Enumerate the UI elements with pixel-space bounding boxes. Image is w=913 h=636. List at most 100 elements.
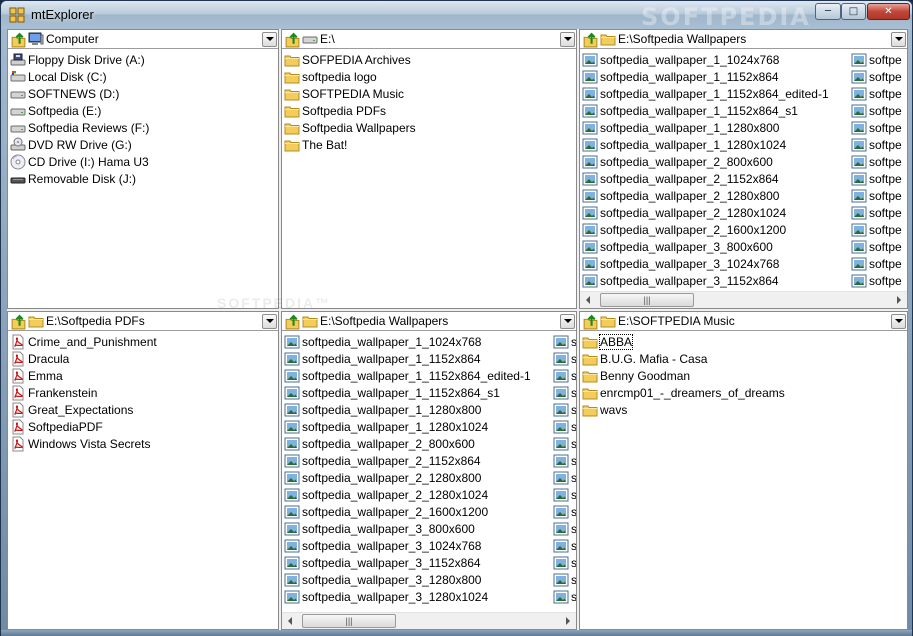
list-item[interactable]: s	[553, 537, 576, 554]
up-folder-icon[interactable]	[10, 31, 27, 48]
list-item[interactable]: s	[553, 401, 576, 418]
up-folder-icon[interactable]	[284, 31, 301, 48]
list-item[interactable]: Windows Vista Secrets	[10, 435, 157, 452]
list-item[interactable]: softpedia_wallpaper_1_1280x1024	[582, 136, 829, 153]
list-item[interactable]: softpe	[851, 272, 902, 289]
list-item[interactable]: Floppy Disk Drive (A:)	[10, 51, 149, 68]
list-item[interactable]: Great_Expectations	[10, 401, 157, 418]
title-bar[interactable]: mtExplorer SOFTPEDIA ─ □ ✕	[1, 1, 912, 31]
list-item[interactable]: softpedia_wallpaper_3_800x600	[582, 238, 829, 255]
list-item[interactable]: softpedia_wallpaper_3_800x600	[284, 520, 531, 537]
list-item[interactable]: softpedia logo	[284, 68, 416, 85]
list-item[interactable]: softpedia_wallpaper_1_1280x800	[582, 119, 829, 136]
list-item[interactable]: softpe	[851, 68, 902, 85]
list-item[interactable]: softpedia_wallpaper_2_800x600	[582, 153, 829, 170]
chevron-down-icon[interactable]	[262, 31, 277, 47]
list-item[interactable]: softpe	[851, 170, 902, 187]
list-item[interactable]: ABBA	[582, 333, 785, 350]
list-item[interactable]: softpe	[851, 204, 902, 221]
list-item[interactable]: softpedia_wallpaper_2_1152x864	[582, 170, 829, 187]
list-item[interactable]: Removable Disk (J:)	[10, 170, 149, 187]
list-item[interactable]: softpedia_wallpaper_2_800x600	[284, 435, 531, 452]
list-item[interactable]: CD Drive (I:) Hama U3	[10, 153, 149, 170]
list-item[interactable]: Benny Goodman	[582, 367, 785, 384]
list-item[interactable]: softpedia_wallpaper_1_1024x768	[582, 51, 829, 68]
list-item[interactable]: s	[553, 486, 576, 503]
list-item[interactable]: DVD RW Drive (G:)	[10, 136, 149, 153]
list-item[interactable]: s	[553, 503, 576, 520]
list-item[interactable]: softpe	[851, 136, 902, 153]
chevron-down-icon[interactable]	[262, 313, 277, 329]
list-item[interactable]: Dracula	[10, 350, 157, 367]
list-item[interactable]: softpe	[851, 255, 902, 272]
list-item[interactable]: softpedia_wallpaper_2_1600x1200	[582, 221, 829, 238]
list-item[interactable]: Softpedia PDFs	[284, 102, 416, 119]
list-item[interactable]: softpe	[851, 102, 902, 119]
pane-path-combo[interactable]: E:\	[282, 30, 576, 49]
list-item[interactable]: softpedia_wallpaper_3_1024x768	[582, 255, 829, 272]
list-item[interactable]: wavs	[582, 401, 785, 418]
list-item[interactable]: s	[553, 520, 576, 537]
scroll-left-icon[interactable]	[288, 617, 292, 625]
maximize-button[interactable]: □	[841, 3, 866, 20]
list-item[interactable]: softpedia_wallpaper_3_1280x800	[284, 571, 531, 588]
list-item[interactable]: softpedia_wallpaper_3_1280x1024	[284, 588, 531, 605]
pane-path-combo[interactable]: E:\SOFTPEDIA Music	[580, 312, 907, 331]
list-item[interactable]: s	[553, 333, 576, 350]
list-item[interactable]: softpedia_wallpaper_2_1280x800	[582, 187, 829, 204]
list-item[interactable]: softpedia_wallpaper_1_1280x1024	[284, 418, 531, 435]
list-item[interactable]: Local Disk (C:)	[10, 68, 149, 85]
list-item[interactable]: SOFTNEWS (D:)	[10, 85, 149, 102]
list-item[interactable]: softpedia_wallpaper_1_1152x864	[582, 68, 829, 85]
list-item[interactable]: s	[553, 588, 576, 605]
list-item[interactable]: softpe	[851, 85, 902, 102]
list-item[interactable]: Frankenstein	[10, 384, 157, 401]
scroll-right-icon[interactable]	[566, 617, 570, 625]
up-folder-icon[interactable]	[284, 313, 301, 330]
list-item[interactable]: s	[553, 435, 576, 452]
list-item[interactable]: softpedia_wallpaper_2_1280x1024	[582, 204, 829, 221]
scroll-right-icon[interactable]	[897, 296, 901, 304]
close-button[interactable]: ✕	[867, 3, 910, 20]
list-item[interactable]: Softpedia Wallpapers	[284, 119, 416, 136]
list-item[interactable]: enrcmp01_-_dreamers_of_dreams	[582, 384, 785, 401]
up-folder-icon[interactable]	[582, 313, 599, 330]
list-item[interactable]: softpedia_wallpaper_3_1024x768	[284, 537, 531, 554]
list-item[interactable]: s	[553, 554, 576, 571]
list-item[interactable]: softpedia_wallpaper_2_1152x864	[284, 452, 531, 469]
chevron-down-icon[interactable]	[891, 313, 906, 329]
horizontal-scrollbar[interactable]: |||	[282, 612, 576, 629]
list-item[interactable]: s	[553, 350, 576, 367]
up-folder-icon[interactable]	[582, 31, 599, 48]
horizontal-scrollbar[interactable]: |||	[580, 291, 907, 308]
list-item[interactable]: softpe	[851, 119, 902, 136]
list-item[interactable]: softpedia_wallpaper_1_1280x800	[284, 401, 531, 418]
list-item[interactable]: B.U.G. Mafia - Casa	[582, 350, 785, 367]
chevron-down-icon[interactable]	[560, 31, 575, 47]
list-item[interactable]: Softpedia (E:)	[10, 102, 149, 119]
pane-path-combo[interactable]: Computer	[8, 30, 278, 49]
scrollbar-thumb[interactable]: |||	[302, 614, 396, 628]
minimize-button[interactable]: ─	[815, 3, 841, 20]
up-folder-icon[interactable]	[10, 313, 27, 330]
list-item[interactable]: s	[553, 418, 576, 435]
list-item[interactable]: The Bat!	[284, 136, 416, 153]
list-item[interactable]: softpedia_wallpaper_3_1152x864	[582, 272, 829, 289]
list-item[interactable]: softpedia_wallpaper_3_1152x864	[284, 554, 531, 571]
list-item[interactable]: SOFTPEDIA Music	[284, 85, 416, 102]
list-item[interactable]: Emma	[10, 367, 157, 384]
list-item[interactable]: softpe	[851, 153, 902, 170]
pane-path-combo[interactable]: E:\Softpedia PDFs	[8, 312, 278, 331]
list-item[interactable]: softpedia_wallpaper_2_1280x800	[284, 469, 531, 486]
scroll-left-icon[interactable]	[586, 296, 590, 304]
chevron-down-icon[interactable]	[560, 313, 575, 329]
list-item[interactable]: s	[553, 384, 576, 401]
list-item[interactable]: softpedia_wallpaper_1_1024x768	[284, 333, 531, 350]
pane-path-combo[interactable]: E:\Softpedia Wallpapers	[580, 30, 907, 49]
list-item[interactable]: softpe	[851, 51, 902, 68]
list-item[interactable]: SoftpediaPDF	[10, 418, 157, 435]
pane-path-combo[interactable]: E:\Softpedia Wallpapers	[282, 312, 576, 331]
list-item[interactable]: softpedia_wallpaper_1_1152x864_edited-1	[284, 367, 531, 384]
list-item[interactable]: softpedia_wallpaper_1_1152x864_s1	[582, 102, 829, 119]
list-item[interactable]: softpedia_wallpaper_1_1152x864_s1	[284, 384, 531, 401]
